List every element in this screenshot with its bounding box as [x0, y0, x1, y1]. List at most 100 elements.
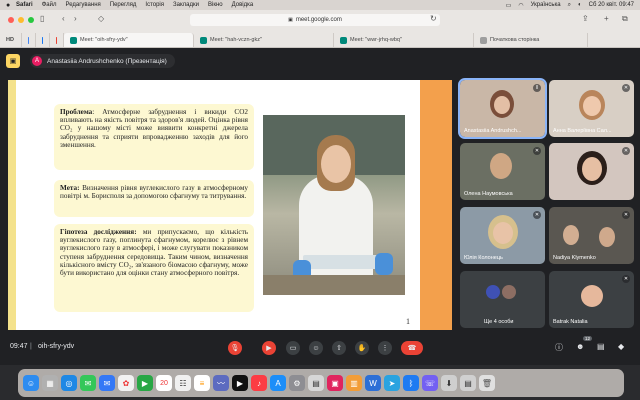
avatar [486, 285, 500, 299]
present-icon: ⇧ [336, 345, 342, 352]
battery-icon[interactable]: ▭ [506, 2, 512, 9]
participant-tile[interactable]: ✕ Анна Валеріївна Сал... [549, 80, 634, 137]
tab-meet-wwr[interactable]: Meet: "wwr-jrhq-wbq" [334, 33, 474, 47]
participant-tile[interactable]: ✕ [549, 143, 634, 200]
macos-dock: ☺ ▦ ◎ ✉ ✉ ✿ ▶ 20 ☷ ≡ 〰 ▶ ♪ A ⚙ ▤ ▣ ▥ W ➤… [18, 369, 624, 397]
safari-icon[interactable]: ◎ [61, 375, 77, 391]
captions-button[interactable]: ▭ [286, 341, 300, 355]
apple-icon[interactable]: ● [6, 2, 16, 9]
forward-icon[interactable]: › [74, 14, 77, 23]
facetime-icon[interactable]: ▶ [137, 375, 153, 391]
reload-icon[interactable]: ↻ [430, 14, 437, 23]
word-icon[interactable]: W [365, 375, 381, 391]
books-icon[interactable]: ▥ [346, 375, 362, 391]
search-icon[interactable]: ⌕ [568, 2, 571, 9]
emoji-icon: ☺ [312, 344, 320, 352]
bookmark-gmail[interactable] [50, 33, 64, 47]
info-icon[interactable]: ⓘ [555, 342, 563, 353]
photos-icon[interactable]: ✿ [118, 375, 134, 391]
tab-start-page[interactable]: Початкова сторінка [474, 33, 588, 47]
present-button[interactable]: ⇧ [332, 341, 346, 355]
bookmark-hd[interactable]: HD [0, 33, 22, 47]
input-language[interactable]: Українська [531, 2, 561, 8]
control-center-icon[interactable]: ◐ [578, 2, 582, 8]
people-icon[interactable]: ☻ [576, 342, 584, 351]
tab-overview-icon[interactable]: ⧉ [622, 14, 628, 24]
close-window-button[interactable] [8, 17, 14, 23]
telegram-icon[interactable]: ➤ [384, 375, 400, 391]
reactions-button[interactable]: ☺ [309, 341, 323, 355]
tv-icon[interactable]: ▶ [232, 375, 248, 391]
menu-help[interactable]: Довідка [232, 2, 254, 8]
wifi-icon[interactable]: ◠ [518, 2, 523, 9]
menu-edit[interactable]: Редагування [65, 2, 100, 8]
documents-icon[interactable]: ▤ [460, 375, 476, 391]
bluetooth-icon[interactable]: ᛒ [403, 375, 419, 391]
new-tab-icon[interactable]: + [604, 14, 609, 23]
present-screen-icon[interactable]: ▣ [6, 54, 20, 68]
menu-safari[interactable]: Safari [16, 2, 33, 8]
student-photo [263, 115, 405, 295]
more-vert-icon: ⋮ [381, 345, 389, 352]
more-participants-tile[interactable]: Ще 4 особи [460, 271, 545, 328]
window-controls [8, 17, 34, 23]
menu-file[interactable]: Файл [42, 2, 57, 8]
menu-view[interactable]: Перегляд [110, 2, 137, 8]
participant-tile[interactable]: ✕ Nadiya Klymenko [549, 207, 634, 264]
app-store-icon[interactable]: A [270, 375, 286, 391]
pages-icon[interactable]: ▣ [327, 375, 343, 391]
finder-icon[interactable]: ☺ [23, 375, 39, 391]
chat-icon[interactable]: ▤ [597, 342, 605, 351]
goal-text: Визначення рівня вуглекислого газу в атм… [60, 184, 248, 201]
minimize-window-button[interactable] [18, 17, 24, 23]
shield-icon[interactable]: ◇ [98, 14, 104, 23]
participant-tile[interactable]: ✕ Олена Наумовська [460, 143, 545, 200]
downloads-icon[interactable]: ⬇ [441, 375, 457, 391]
participant-tile[interactable]: ✕ Юлія Колонець [460, 207, 545, 264]
bookmark-facebook[interactable] [36, 33, 50, 47]
hypothesis-box: Гіпотеза дослідження: ми припускаємо, що… [54, 224, 254, 312]
preview-icon[interactable]: ▤ [308, 375, 324, 391]
avatar: A [32, 56, 42, 66]
menu-bookmarks[interactable]: Закладки [173, 2, 199, 8]
presenter-bar: ▣ A Anastasiia Andrushchenko (Презентаці… [0, 48, 640, 76]
address-bar-url: meet.google.com [295, 17, 342, 23]
contacts-icon[interactable]: ☷ [175, 375, 191, 391]
hand-icon: ✋ [357, 345, 367, 352]
more-options-button[interactable]: ⋮ [378, 341, 392, 355]
viber-icon[interactable]: ☏ [422, 375, 438, 391]
camera-toggle-button[interactable]: ▶ [262, 341, 276, 355]
bookmark-google[interactable] [22, 33, 36, 47]
activities-icon[interactable]: ◆ [618, 342, 624, 351]
tab-meet-oih[interactable]: Meet: "oih-sfry-ydv" [64, 33, 194, 47]
microphone-toggle-button[interactable]: 🎙 [228, 341, 242, 355]
freeform-icon[interactable]: 〰 [213, 375, 229, 391]
sidebar-icon[interactable]: ▯ [40, 14, 44, 23]
participant-tile[interactable]: ‖ Anastasiia Andrushch... [458, 78, 547, 139]
share-icon[interactable]: ⇪ [582, 14, 589, 23]
participant-tile[interactable]: ✕ Batrak Natalia [549, 271, 634, 328]
system-settings-icon[interactable]: ⚙ [289, 375, 305, 391]
presenter-chip[interactable]: A Anastasiia Andrushchenko (Презентація) [30, 54, 175, 68]
menu-history[interactable]: Історія [145, 2, 164, 8]
tab-meet-hah[interactable]: Meet: "hah-vczn-gkz" [194, 33, 334, 47]
meet-icon [340, 36, 347, 44]
avatar [581, 285, 603, 307]
raise-hand-button[interactable]: ✋ [355, 341, 369, 355]
menubar-datetime[interactable]: Сб 20 квіт. 09:47 [589, 2, 634, 8]
leave-call-button[interactable]: ☎ [401, 341, 423, 355]
reminders-icon[interactable]: ≡ [194, 375, 210, 391]
menu-window[interactable]: Вікно [208, 2, 223, 8]
macos-menubar: ● Safari Файл Редагування Перегляд Істор… [0, 0, 640, 10]
captions-icon: ▭ [289, 345, 297, 352]
messages-icon[interactable]: ✉ [80, 375, 96, 391]
address-bar[interactable]: ▣ meet.google.com [190, 14, 440, 26]
trash-icon[interactable]: 🗑 [479, 375, 495, 391]
music-icon[interactable]: ♪ [251, 375, 267, 391]
launchpad-icon[interactable]: ▦ [42, 375, 58, 391]
calendar-icon[interactable]: 20 [156, 375, 172, 391]
mail-icon[interactable]: ✉ [99, 375, 115, 391]
back-icon[interactable]: ‹ [62, 14, 65, 23]
zoom-window-button[interactable] [28, 17, 34, 23]
participants-count-badge: 12 [583, 336, 593, 341]
